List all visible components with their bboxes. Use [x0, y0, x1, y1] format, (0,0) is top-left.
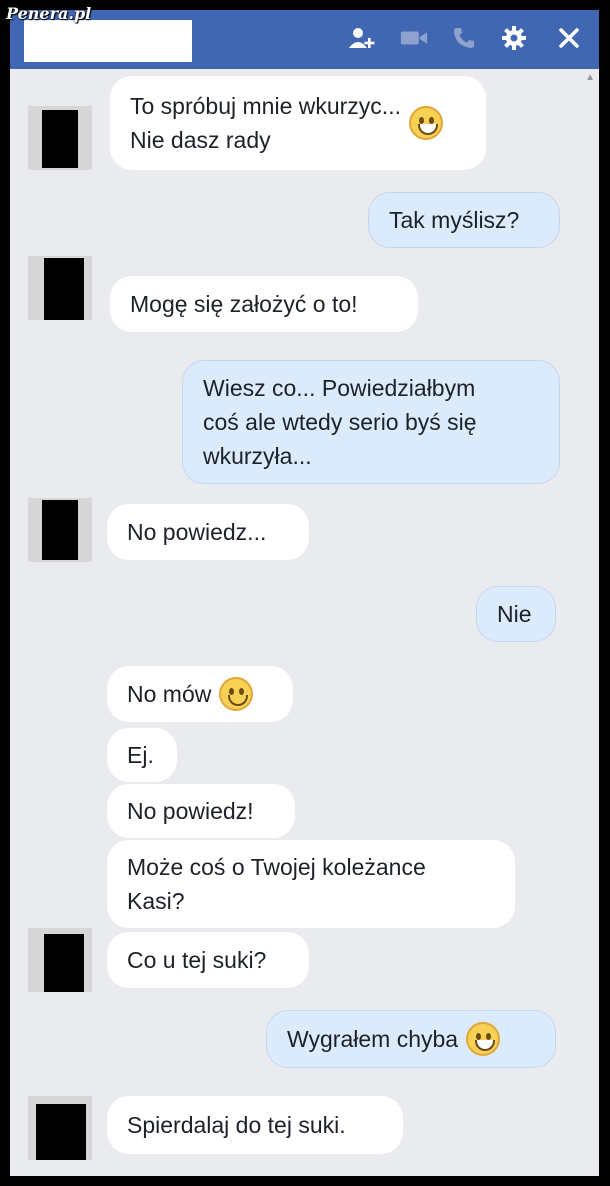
phone-icon[interactable] [450, 24, 478, 52]
message-text: Może coś o Twojej koleżance Kasi? [127, 854, 426, 914]
video-call-icon[interactable] [400, 24, 428, 52]
message-text: Ej. [127, 742, 154, 768]
chat-header [10, 10, 599, 69]
message-text: Nie [497, 601, 532, 627]
gear-icon[interactable] [500, 24, 528, 52]
message-bubble-incoming: Spierdalaj do tej suki. [107, 1096, 403, 1154]
message-text: Spierdalaj do tej suki. [127, 1112, 346, 1138]
message-bubble-outgoing: Nie [476, 586, 556, 642]
avatar[interactable] [28, 1096, 92, 1160]
message-bubble-outgoing: Wygrałem chyba [266, 1010, 556, 1068]
avatar[interactable] [28, 256, 92, 320]
message-text: Co u tej suki? [127, 947, 267, 973]
message-bubble-incoming: Może coś o Twojej koleżance Kasi? [107, 840, 515, 928]
message-text: Wygrałem chyba [287, 1026, 459, 1052]
message-bubble-incoming: No powiedz! [107, 784, 295, 838]
grinning-face-icon [408, 106, 443, 140]
contact-name-redacted[interactable] [24, 20, 192, 62]
avatar[interactable] [28, 928, 92, 992]
message-bubble-incoming: No powiedz... [107, 504, 309, 560]
message-text: Tak myślisz? [389, 207, 520, 233]
grinning-face-icon [466, 1022, 501, 1056]
message-bubble-incoming: Mogę się założyć o to! [110, 276, 418, 332]
message-bubble-outgoing: Tak myślisz? [368, 192, 560, 248]
message-text: Wiesz co... Powiedziałbym coś ale wtedy … [203, 375, 477, 469]
message-text: Mogę się założyć o to! [130, 291, 358, 317]
avatar[interactable] [28, 498, 92, 562]
message-bubble-incoming: Co u tej suki? [107, 932, 309, 988]
add-person-icon[interactable] [348, 24, 376, 52]
close-icon[interactable] [555, 24, 583, 52]
message-bubble-incoming: To spróbuj mnie wkurzyc... Nie dasz rady [110, 76, 486, 170]
scroll-up-arrow-icon[interactable]: ▲ [585, 72, 595, 83]
message-text: To spróbuj mnie wkurzyc... Nie dasz rady [130, 93, 401, 153]
message-text: No powiedz! [127, 798, 254, 824]
chat-window: ▲ To spróbuj mnie wkurzyc... Nie dasz ra… [10, 10, 599, 1176]
watermark: Penera.pl [6, 4, 92, 23]
smiling-face-icon [219, 677, 254, 711]
message-bubble-incoming: Ej. [107, 728, 177, 782]
avatar[interactable] [28, 106, 92, 170]
message-text: No powiedz... [127, 519, 267, 545]
message-bubble-incoming: No mów [107, 666, 293, 722]
message-bubble-outgoing: Wiesz co... Powiedziałbym coś ale wtedy … [182, 360, 560, 484]
message-text: No mów [127, 681, 212, 707]
